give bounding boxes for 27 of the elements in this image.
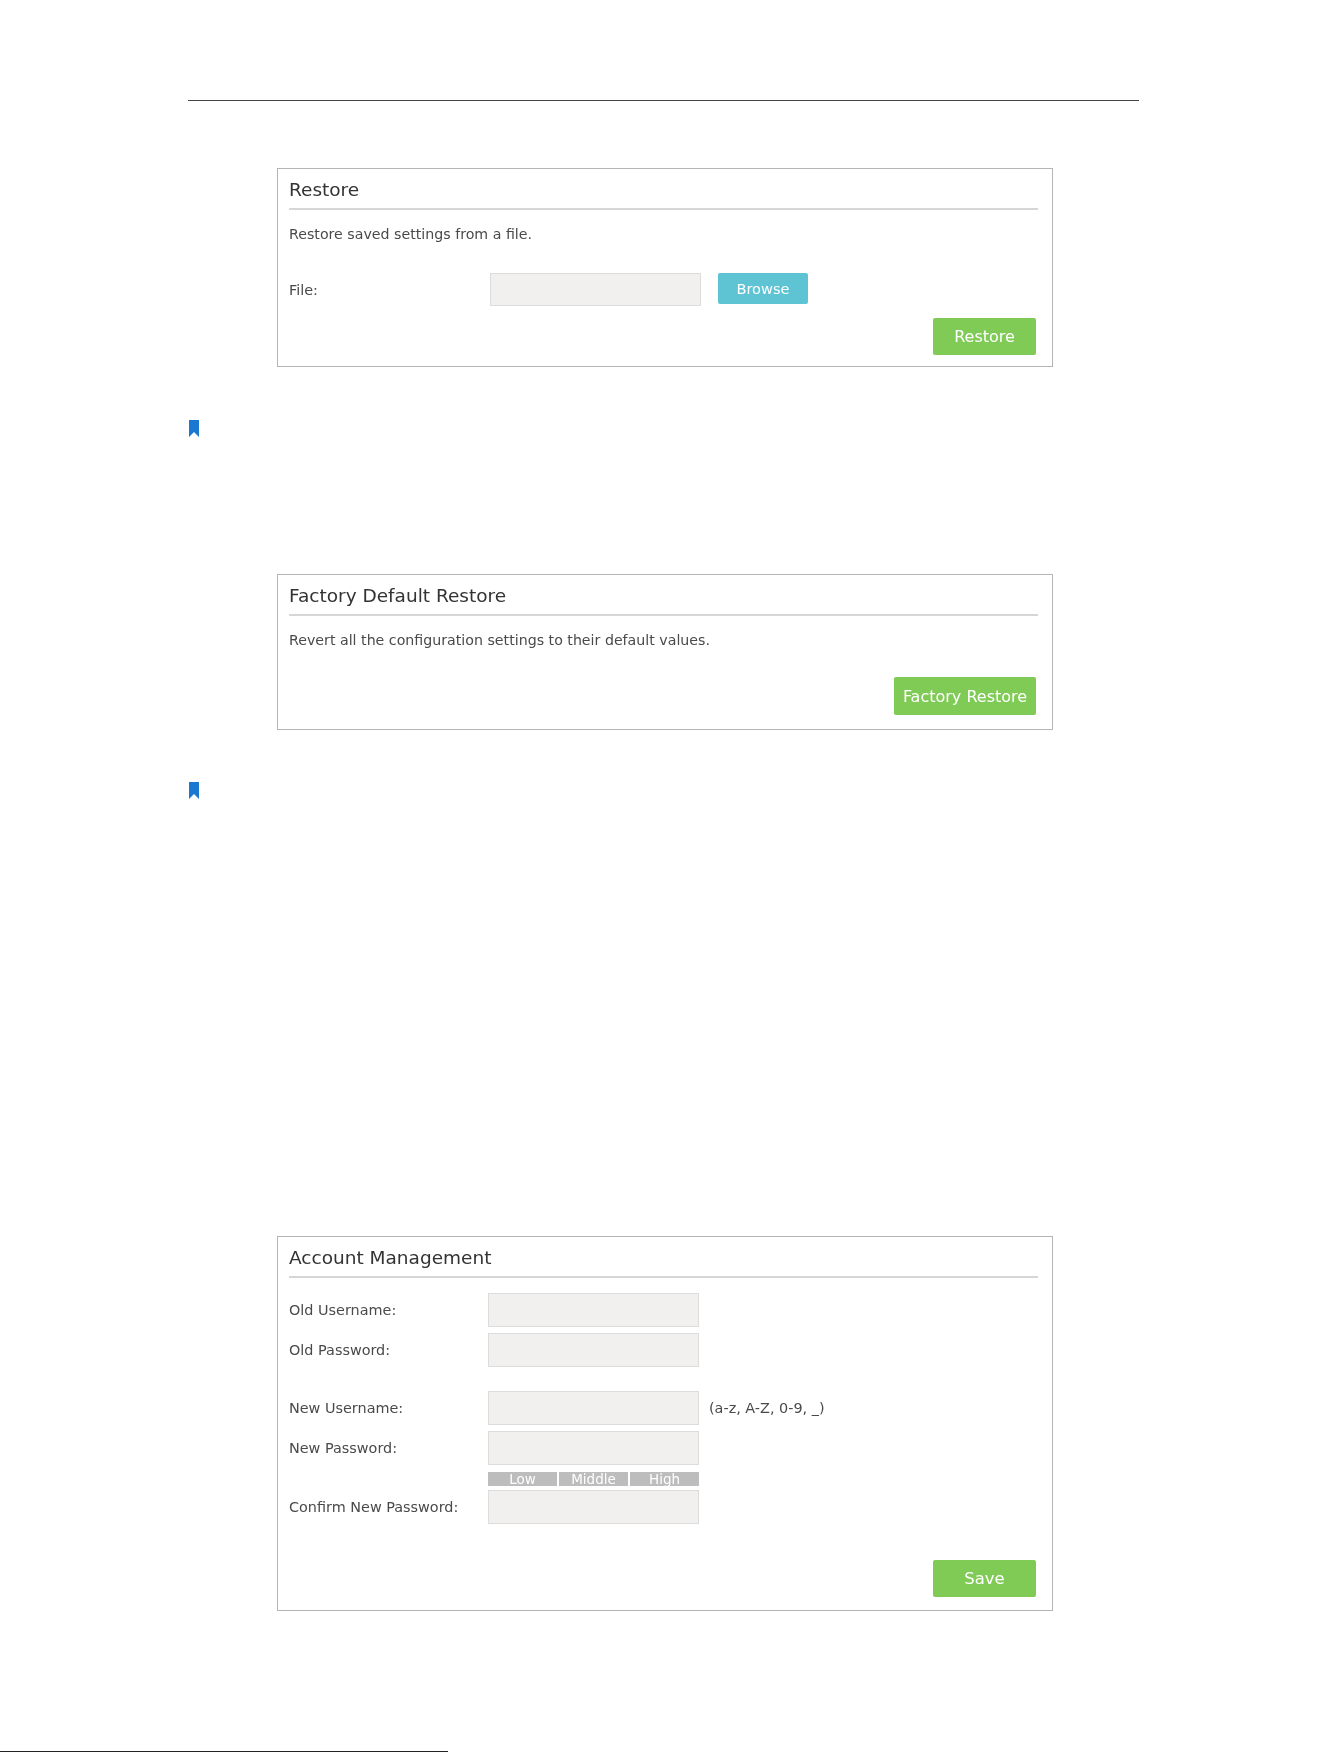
panel-description: Revert all the configuration settings to their default values. <box>289 631 710 650</box>
field-label: File: <box>289 281 319 298</box>
text-field[interactable] <box>488 1333 699 1367</box>
strength-segment: Middle <box>559 1472 628 1486</box>
text-field[interactable] <box>488 1431 699 1465</box>
factory-restore-button[interactable]: Factory Restore <box>894 677 1036 715</box>
panel-description: Restore saved settings from a file. <box>289 225 532 244</box>
field-hint: (a-z, A-Z, 0-9, _) <box>709 1400 825 1416</box>
file-field[interactable] <box>490 273 701 306</box>
field-label: Old Username: <box>289 1302 398 1318</box>
save-button[interactable]: Save <box>933 1560 1036 1597</box>
panel-title: Restore <box>289 178 360 202</box>
restore-button[interactable]: Restore <box>933 318 1036 355</box>
text-field[interactable] <box>488 1391 699 1425</box>
field-label: New Username: <box>289 1400 405 1416</box>
text-field[interactable] <box>488 1293 699 1327</box>
field-label: Confirm New Password: <box>289 1499 460 1515</box>
panel-title: Account Management <box>289 1246 492 1270</box>
browse-button[interactable]: Browse <box>718 273 808 304</box>
panel-title: Factory Default Restore <box>289 584 507 608</box>
field-label: Old Password: <box>289 1342 392 1358</box>
text-field[interactable] <box>488 1490 699 1524</box>
strength-segment: Low <box>488 1472 557 1486</box>
strength-segment: High <box>630 1472 699 1486</box>
bookmark-icon <box>189 782 199 799</box>
field-label: New Password: <box>289 1440 399 1456</box>
bookmark-icon <box>189 420 199 437</box>
